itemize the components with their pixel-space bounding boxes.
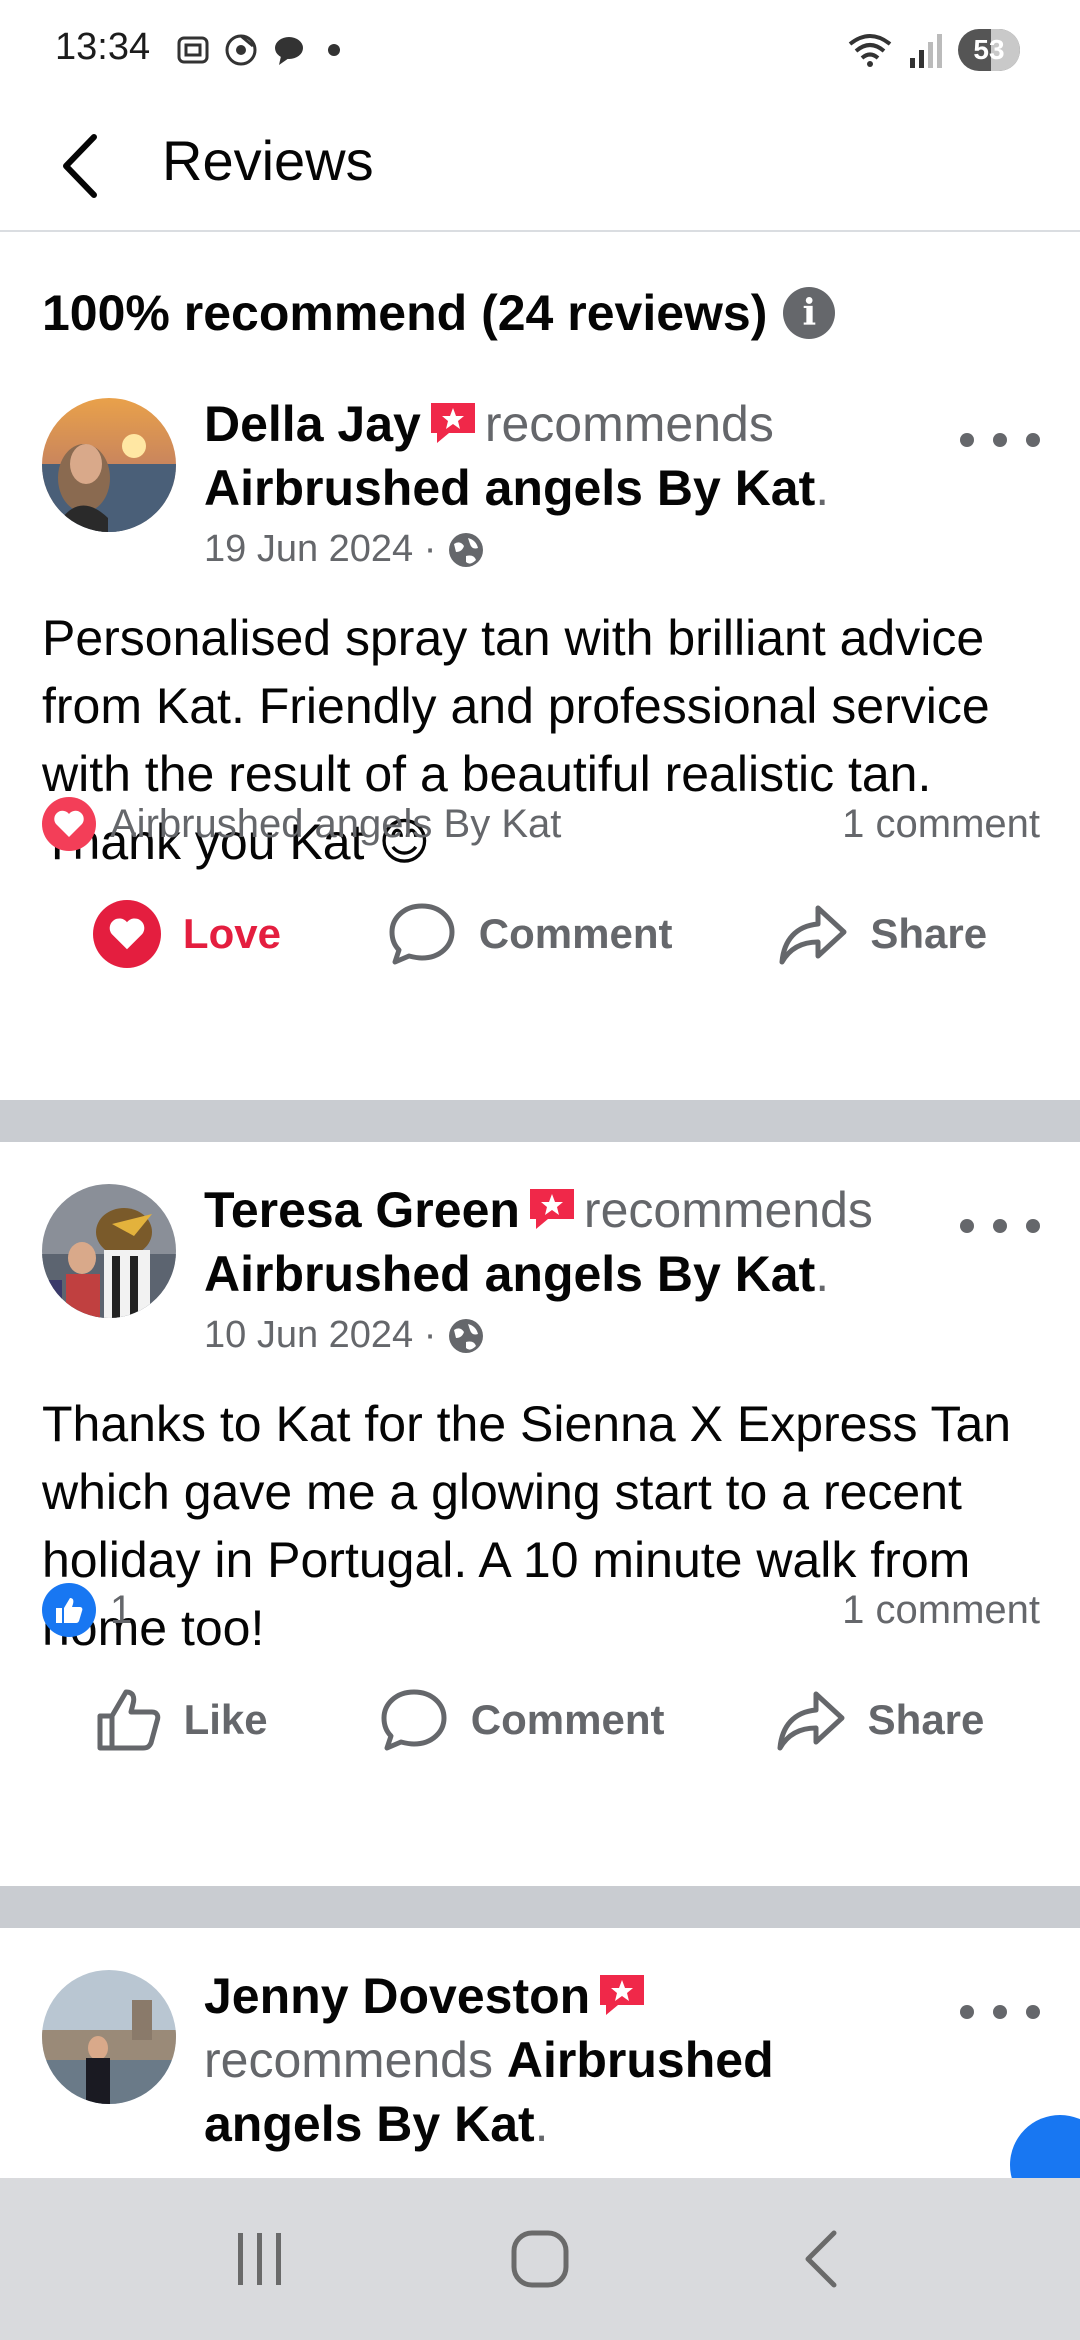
review-meta: 10 Jun 2024 ·	[204, 1314, 486, 1357]
more-options-button[interactable]	[960, 1206, 1040, 1246]
signal-icon	[910, 34, 942, 68]
screenshot-icon	[177, 36, 209, 64]
reviewer-name[interactable]: Della Jay	[204, 396, 421, 452]
review-verb: recommends	[484, 396, 774, 452]
love-reaction-icon	[42, 797, 96, 851]
period: .	[815, 1246, 830, 1302]
recommendation-badge-icon	[600, 1975, 645, 2015]
post-separator	[0, 1100, 1080, 1142]
globe-icon	[449, 532, 484, 567]
reaction-summary[interactable]: Airbrushed angels By Kat	[42, 797, 561, 851]
comment-icon	[381, 1689, 447, 1751]
review-verb: recommends	[204, 2032, 493, 2088]
reactions-row: Airbrushed angels By Kat 1 comment	[42, 796, 1040, 852]
comment-button[interactable]: Comment	[379, 1687, 665, 1753]
comment-icon	[389, 903, 455, 965]
system-back-button[interactable]	[775, 2214, 865, 2304]
more-dot	[1026, 2005, 1040, 2019]
info-icon[interactable]: i	[783, 287, 836, 339]
love-label: Love	[182, 910, 281, 957]
status-bar: 13:34 53	[0, 0, 1080, 100]
period: .	[815, 460, 830, 516]
wifi-icon	[848, 34, 892, 67]
battery-indicator: 53	[958, 29, 1020, 71]
battery-level: 53	[973, 34, 1005, 65]
share-button[interactable]: Share	[778, 902, 987, 966]
like-label: Like	[183, 1696, 268, 1743]
comment-label: Comment	[478, 910, 673, 957]
recent-apps-icon	[238, 2233, 281, 2285]
system-back-icon	[805, 2230, 837, 2288]
page-name-link[interactable]: Airbrushed angels By Kat	[204, 460, 815, 516]
status-system-icons: 53	[846, 28, 1020, 72]
share-icon	[777, 1691, 845, 1751]
love-button[interactable]: Love	[92, 900, 281, 968]
back-button[interactable]	[50, 126, 110, 206]
action-bar: Like Comment Share	[0, 1670, 1080, 1770]
avatar[interactable]	[42, 398, 176, 532]
love-icon	[92, 900, 161, 968]
more-dot	[993, 433, 1007, 447]
back-arrow-icon	[63, 134, 97, 198]
chat-icon	[275, 37, 303, 65]
thumbs-up-icon	[97, 1689, 160, 1751]
avatar[interactable]	[42, 1184, 176, 1318]
reaction-summary[interactable]: 1	[42, 1583, 132, 1637]
more-dot	[1026, 433, 1040, 447]
more-dot	[960, 1219, 974, 1233]
recommendation-badge-icon	[529, 1189, 574, 1229]
recent-apps-button[interactable]	[215, 2214, 305, 2304]
share-button[interactable]: Share	[776, 1688, 985, 1752]
review-verb: recommends	[583, 1182, 873, 1238]
more-options-button[interactable]	[960, 1992, 1040, 2032]
more-dot	[960, 433, 974, 447]
system-navigation-bar	[0, 2178, 1080, 2340]
more-dot	[993, 1219, 1007, 1233]
comment-count[interactable]: 1 comment	[842, 802, 1040, 847]
reviewer-name[interactable]: Jenny Doveston	[204, 1968, 590, 2024]
status-notification-icons	[175, 30, 349, 70]
chrome-icon	[225, 34, 257, 66]
page-name-link[interactable]: Airbrushed angels By Kat	[204, 1246, 815, 1302]
comment-label: Comment	[470, 1696, 665, 1743]
recommend-summary-text: 100% recommend (24 reviews)	[42, 285, 768, 341]
home-icon	[511, 2230, 569, 2288]
post-separator	[0, 1886, 1080, 1928]
reactions-row: 1 1 comment	[42, 1582, 1040, 1638]
status-time: 13:34	[55, 26, 151, 68]
home-button[interactable]	[495, 2214, 585, 2304]
more-dot	[993, 2005, 1007, 2019]
recommend-summary: 100% recommend (24 reviews) i	[42, 284, 836, 342]
period: .	[534, 2096, 549, 2152]
action-bar: Love Comment Share	[0, 884, 1080, 984]
like-reaction-icon	[42, 1583, 96, 1637]
comment-button[interactable]: Comment	[387, 901, 673, 967]
more-options-button[interactable]	[960, 420, 1040, 460]
reviewer-line: Della Jay recommends Airbrushed angels By…	[204, 392, 930, 520]
reviewer-line: Teresa Green recommends Airbrushed angels…	[204, 1178, 930, 1306]
dot-icon	[328, 44, 340, 56]
reviewer-line: Jenny Doveston recommends Airbrushed ang…	[204, 1964, 930, 2156]
share-label: Share	[867, 1696, 985, 1743]
like-count: 1	[110, 1587, 133, 1632]
review-meta: 19 Jun 2024 ·	[204, 528, 486, 571]
review-date[interactable]: 10 Jun 2024 ·	[204, 1314, 436, 1357]
avatar[interactable]	[42, 1970, 176, 2104]
like-button[interactable]: Like	[96, 1688, 268, 1752]
recommendation-badge-icon	[430, 403, 475, 443]
review-date[interactable]: 19 Jun 2024 ·	[204, 528, 436, 571]
reactor-label: Airbrushed angels By Kat	[110, 801, 562, 846]
page-title: Reviews	[162, 129, 374, 192]
globe-icon	[449, 1318, 484, 1353]
share-label: Share	[870, 910, 988, 957]
app-header: Reviews	[0, 100, 1080, 232]
more-dot	[960, 2005, 974, 2019]
more-dot	[1026, 1219, 1040, 1233]
reviewer-name[interactable]: Teresa Green	[204, 1182, 520, 1238]
comment-count[interactable]: 1 comment	[842, 1588, 1040, 1633]
share-icon	[779, 905, 847, 965]
